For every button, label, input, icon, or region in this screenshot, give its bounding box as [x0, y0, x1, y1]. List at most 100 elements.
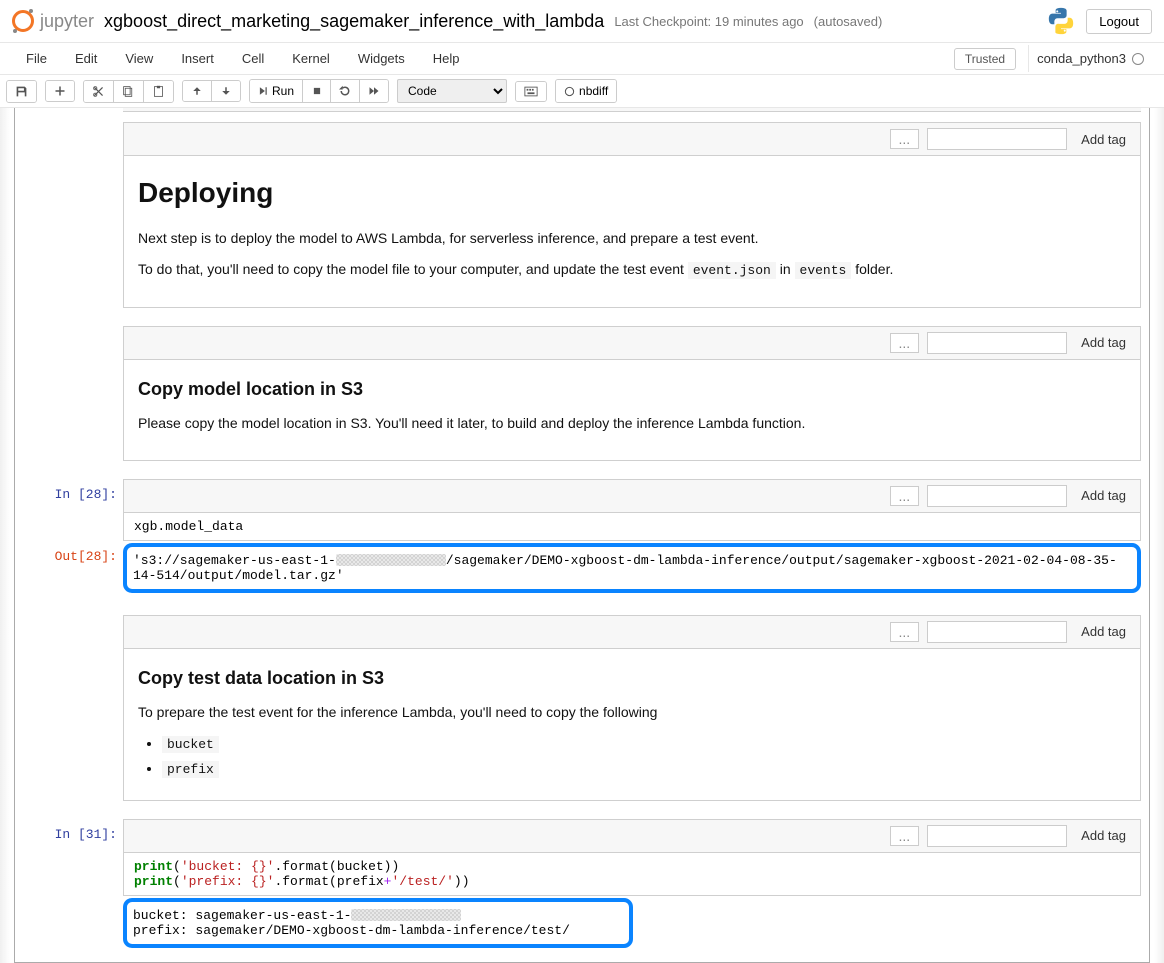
jupyter-logo[interactable]: jupyter — [12, 10, 94, 32]
tag-input[interactable] — [927, 485, 1067, 507]
cell-options-button[interactable]: ... — [890, 486, 920, 506]
notebook-name[interactable]: xgboost_direct_marketing_sagemaker_infer… — [104, 11, 604, 32]
add-tag-button[interactable]: Add tag — [1075, 130, 1132, 149]
menu-view[interactable]: View — [111, 43, 167, 74]
python-logo-icon — [1046, 6, 1076, 36]
prev-cell-sliver — [123, 108, 1141, 112]
copy-button[interactable] — [114, 81, 144, 102]
code-cell[interactable]: In [31]: ... Add tag print('bucket: {}'.… — [15, 819, 1149, 896]
markdown-rendered: Deploying Next step is to deploy the mod… — [123, 156, 1141, 308]
code-input[interactable]: xgb.model_data — [123, 513, 1141, 541]
cell-tag-bar: ... Add tag — [123, 326, 1141, 360]
heading-deploying: Deploying — [138, 172, 1126, 214]
notebook-header: jupyter xgboost_direct_marketing_sagemak… — [0, 0, 1164, 43]
trusted-badge[interactable]: Trusted — [954, 48, 1016, 70]
add-tag-button[interactable]: Add tag — [1075, 333, 1132, 352]
toolbar: Run Code nbdiff — [0, 75, 1164, 108]
menubar: File Edit View Insert Cell Kernel Widget… — [0, 43, 1164, 75]
menu-widgets[interactable]: Widgets — [344, 43, 419, 74]
menu-kernel[interactable]: Kernel — [278, 43, 344, 74]
highlighted-output: bucket: sagemaker-us-east-1- prefix: sag… — [123, 898, 633, 948]
markdown-cell[interactable]: ... Add tag Copy model location in S3 Pl… — [15, 326, 1149, 461]
restart-run-all-button[interactable] — [360, 80, 388, 102]
move-down-button[interactable] — [212, 81, 240, 101]
menu-cell[interactable]: Cell — [228, 43, 278, 74]
cell-options-button[interactable]: ... — [890, 622, 920, 642]
jupyter-text: jupyter — [40, 11, 94, 32]
paste-button[interactable] — [144, 81, 173, 102]
add-tag-button[interactable]: Add tag — [1075, 826, 1132, 845]
command-palette-button[interactable] — [516, 82, 546, 101]
inline-code: bucket — [162, 736, 219, 753]
out-prompt: Out[28]: — [15, 541, 123, 597]
kernel-indicator[interactable]: conda_python3 — [1028, 45, 1152, 72]
keyboard-icon — [524, 86, 538, 97]
paragraph: Please copy the model location in S3. Yo… — [138, 413, 1126, 434]
in-prompt: In [31]: — [15, 819, 123, 896]
markdown-rendered: Copy model location in S3 Please copy th… — [123, 360, 1141, 461]
cell-type-select[interactable]: Code — [397, 79, 507, 103]
menu-file[interactable]: File — [12, 43, 61, 74]
add-tag-button[interactable]: Add tag — [1075, 486, 1132, 505]
menu-edit[interactable]: Edit — [61, 43, 111, 74]
bullet-list: bucket prefix — [162, 733, 1126, 780]
plus-icon — [54, 85, 66, 97]
tag-input[interactable] — [927, 621, 1067, 643]
add-tag-button[interactable]: Add tag — [1075, 622, 1132, 641]
paragraph: To prepare the test event for the infere… — [138, 702, 1126, 723]
restart-button[interactable] — [331, 80, 360, 102]
arrow-up-icon — [191, 85, 203, 97]
heading-copy-model: Copy model location in S3 — [138, 376, 1126, 403]
cell-options-button[interactable]: ... — [890, 826, 920, 846]
cell-tag-bar: ... Add tag — [123, 122, 1141, 156]
tag-input[interactable] — [927, 332, 1067, 354]
save-button[interactable] — [7, 81, 36, 102]
logout-button[interactable]: Logout — [1086, 9, 1152, 34]
markdown-rendered: Copy test data location in S3 To prepare… — [123, 649, 1141, 801]
code-output-row: bucket: sagemaker-us-east-1- prefix: sag… — [15, 896, 1149, 952]
markdown-cell[interactable]: ... Add tag Deploying Next step is to de… — [15, 122, 1149, 308]
kernel-name-text: conda_python3 — [1037, 51, 1126, 66]
cut-button[interactable] — [84, 81, 114, 102]
redacted-account-id — [336, 554, 446, 566]
nbdiff-button[interactable]: nbdiff — [556, 80, 616, 102]
nbdiff-label: nbdiff — [579, 84, 608, 98]
code-input[interactable]: print('bucket: {}'.format(bucket)) print… — [123, 853, 1141, 896]
restart-icon — [339, 85, 351, 97]
fast-forward-icon — [368, 85, 380, 97]
menu-insert[interactable]: Insert — [167, 43, 228, 74]
jupyter-orb-icon — [12, 10, 34, 32]
add-cell-button[interactable] — [46, 81, 74, 101]
code-cell[interactable]: In [28]: ... Add tag xgb.model_data — [15, 479, 1149, 541]
cell-tag-bar: ... Add tag — [123, 819, 1141, 853]
stop-icon — [312, 86, 322, 96]
cell-tag-bar: ... Add tag — [123, 479, 1141, 513]
move-up-button[interactable] — [183, 81, 212, 101]
checkpoint-text: Last Checkpoint: 19 minutes ago — [614, 14, 803, 29]
autosave-status: (autosaved) — [814, 14, 883, 29]
list-item: bucket — [162, 733, 1126, 755]
paragraph: Next step is to deploy the model to AWS … — [138, 228, 1126, 249]
redacted-account-id — [351, 909, 461, 921]
tag-input[interactable] — [927, 128, 1067, 150]
cell-tag-bar: ... Add tag — [123, 615, 1141, 649]
kernel-status-icon — [1132, 53, 1144, 65]
tag-input[interactable] — [927, 825, 1067, 847]
menu-help[interactable]: Help — [419, 43, 474, 74]
cell-options-button[interactable]: ... — [890, 333, 920, 353]
clipboard-icon — [152, 85, 165, 98]
interrupt-button[interactable] — [303, 80, 331, 102]
markdown-cell[interactable]: ... Add tag Copy test data location in S… — [15, 615, 1149, 801]
notebook-container: ... Add tag Deploying Next step is to de… — [0, 108, 1164, 963]
save-icon — [15, 85, 28, 98]
run-label: Run — [272, 84, 294, 98]
cell-options-button[interactable]: ... — [890, 129, 920, 149]
in-prompt: In [28]: — [15, 479, 123, 541]
code-output-row: Out[28]: 's3://sagemaker-us-east-1-/sage… — [15, 541, 1149, 597]
highlighted-output: 's3://sagemaker-us-east-1-/sagemaker/DEM… — [123, 543, 1141, 593]
circle-icon — [564, 86, 575, 97]
inline-code: events — [795, 262, 852, 279]
heading-copy-test: Copy test data location in S3 — [138, 665, 1126, 692]
run-button[interactable]: Run — [250, 80, 303, 102]
paragraph: To do that, you'll need to copy the mode… — [138, 259, 1126, 281]
